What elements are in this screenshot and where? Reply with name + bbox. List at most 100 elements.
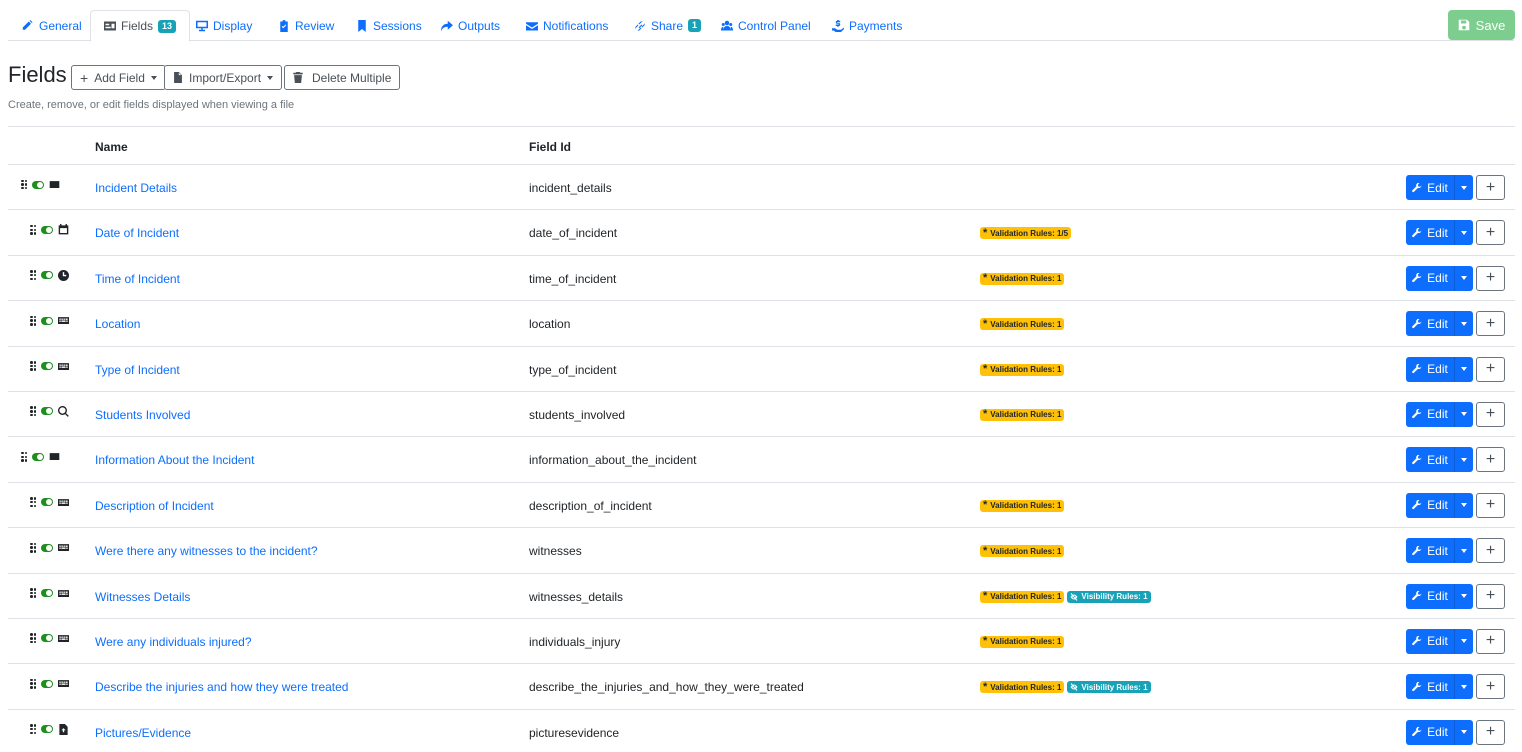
share-arrow-icon [441,20,453,32]
field-name-link[interactable]: Type of Incident [95,363,180,377]
add-field-after-button[interactable]: + [1476,311,1505,337]
enabled-toggle[interactable] [41,725,53,734]
add-field-after-button[interactable]: + [1476,492,1505,518]
drag-handle-icon[interactable] [30,361,36,371]
tab-control-panel[interactable]: Control Panel [721,10,811,41]
trash-icon [293,72,303,83]
tab-notifications[interactable]: Notifications [526,10,608,41]
edit-dropdown-toggle[interactable] [1454,583,1473,609]
field-name-link[interactable]: Witnesses Details [95,590,190,604]
field-name-link[interactable]: Were there any witnesses to the incident… [95,544,318,558]
enabled-toggle[interactable] [41,362,53,371]
field-name-link[interactable]: Date of Incident [95,226,179,240]
edit-button[interactable]: Edit [1406,492,1454,518]
tab-outputs[interactable]: Outputs [441,10,500,41]
field-name-link[interactable]: Location [95,317,140,331]
field-name-link[interactable]: Description of Incident [95,499,214,513]
drag-handle-icon[interactable] [30,724,36,735]
drag-handle-icon[interactable] [30,633,36,644]
edit-button[interactable]: Edit [1406,538,1454,564]
enabled-toggle[interactable] [41,271,53,280]
edit-button[interactable]: Edit [1406,583,1454,609]
edit-dropdown-toggle[interactable] [1454,538,1473,564]
drag-handle-icon[interactable] [30,542,36,553]
edit-button[interactable]: Edit [1406,356,1454,382]
add-field-after-button[interactable]: + [1476,401,1505,427]
tab-general[interactable]: General [22,10,82,41]
edit-button[interactable]: Edit [1406,719,1454,745]
tab-display[interactable]: Display [196,10,252,41]
edit-label: Edit [1427,498,1448,513]
edit-dropdown-toggle[interactable] [1454,175,1473,200]
add-field-after-button[interactable]: + [1476,175,1505,200]
add-field-after-button[interactable]: + [1476,356,1505,382]
edit-button[interactable]: Edit [1406,628,1454,654]
enabled-toggle[interactable] [41,543,53,552]
save-button[interactable]: Save [1448,10,1515,40]
edit-button[interactable]: Edit [1406,311,1454,337]
edit-button[interactable]: Edit [1406,401,1454,427]
tab-share[interactable]: Share 1 [634,10,702,41]
field-name-link[interactable]: Describe the injuries and how they were … [95,680,348,694]
wrench-icon [1412,591,1422,601]
enabled-toggle[interactable] [32,452,44,461]
drag-handle-icon[interactable] [30,678,36,689]
edit-dropdown-toggle[interactable] [1454,628,1473,654]
edit-button[interactable]: Edit [1406,175,1454,200]
field-name-link[interactable]: Pictures/Evidence [95,726,191,740]
delete-multiple-button[interactable]: Delete Multiple [284,65,401,90]
add-field-after-button[interactable]: + [1476,674,1505,700]
edit-button[interactable]: Edit [1406,447,1454,473]
add-field-after-button[interactable]: + [1476,220,1505,246]
edit-dropdown-toggle[interactable] [1454,265,1473,291]
field-name-link[interactable]: Students Involved [95,408,190,422]
enabled-toggle[interactable] [32,180,44,189]
add-field-after-button[interactable]: + [1476,719,1505,745]
asterisk-icon: * [983,272,988,285]
edit-dropdown-toggle[interactable] [1454,719,1473,745]
enabled-toggle[interactable] [41,316,53,325]
drag-handle-icon[interactable] [30,315,36,326]
drag-handle-icon[interactable] [30,406,36,417]
tab-payments[interactable]: Payments [832,10,902,41]
field-name-link[interactable]: Time of Incident [95,272,180,286]
edit-button[interactable]: Edit [1406,674,1454,700]
add-field-after-button[interactable]: + [1476,447,1505,473]
enabled-toggle[interactable] [41,634,53,643]
tab-fields[interactable]: Fields 13 [90,10,191,42]
add-field-after-button[interactable]: + [1476,265,1505,291]
enabled-toggle[interactable] [41,679,53,688]
add-field-after-button[interactable]: + [1476,583,1505,609]
edit-dropdown-toggle[interactable] [1454,311,1473,337]
add-field-button[interactable]: + Add Field [71,65,166,90]
edit-button-group: Edit [1406,538,1473,564]
enabled-toggle[interactable] [41,589,53,598]
enabled-toggle[interactable] [41,498,53,507]
drag-handle-icon[interactable] [30,497,36,508]
drag-handle-icon[interactable] [30,224,36,235]
drag-handle-icon[interactable] [21,451,27,462]
tab-review[interactable]: Review [278,10,334,41]
edit-dropdown-toggle[interactable] [1454,356,1473,382]
edit-button[interactable]: Edit [1406,220,1454,246]
import-export-button[interactable]: Import/Export [164,65,283,90]
field-name-link[interactable]: Were any individuals injured? [95,635,252,649]
tab-sessions[interactable]: Sessions [356,10,422,41]
enabled-toggle[interactable] [41,225,53,234]
field-name-link[interactable]: Information About the Incident [95,453,254,467]
drag-handle-icon[interactable] [21,179,27,190]
edit-dropdown-toggle[interactable] [1454,401,1473,427]
field-name-link[interactable]: Incident Details [95,181,177,195]
edit-dropdown-toggle[interactable] [1454,220,1473,246]
edit-dropdown-toggle[interactable] [1454,447,1473,473]
add-field-after-button[interactable]: + [1476,628,1505,654]
edit-dropdown-toggle[interactable] [1454,674,1473,700]
add-field-after-button[interactable]: + [1476,538,1505,564]
enabled-toggle[interactable] [41,407,53,416]
drag-handle-icon[interactable] [30,270,36,281]
edit-button-group: Edit [1406,492,1473,518]
edit-button[interactable]: Edit [1406,265,1454,291]
edit-button-group: Edit [1406,628,1473,654]
drag-handle-icon[interactable] [30,588,36,598]
edit-dropdown-toggle[interactable] [1454,492,1473,518]
